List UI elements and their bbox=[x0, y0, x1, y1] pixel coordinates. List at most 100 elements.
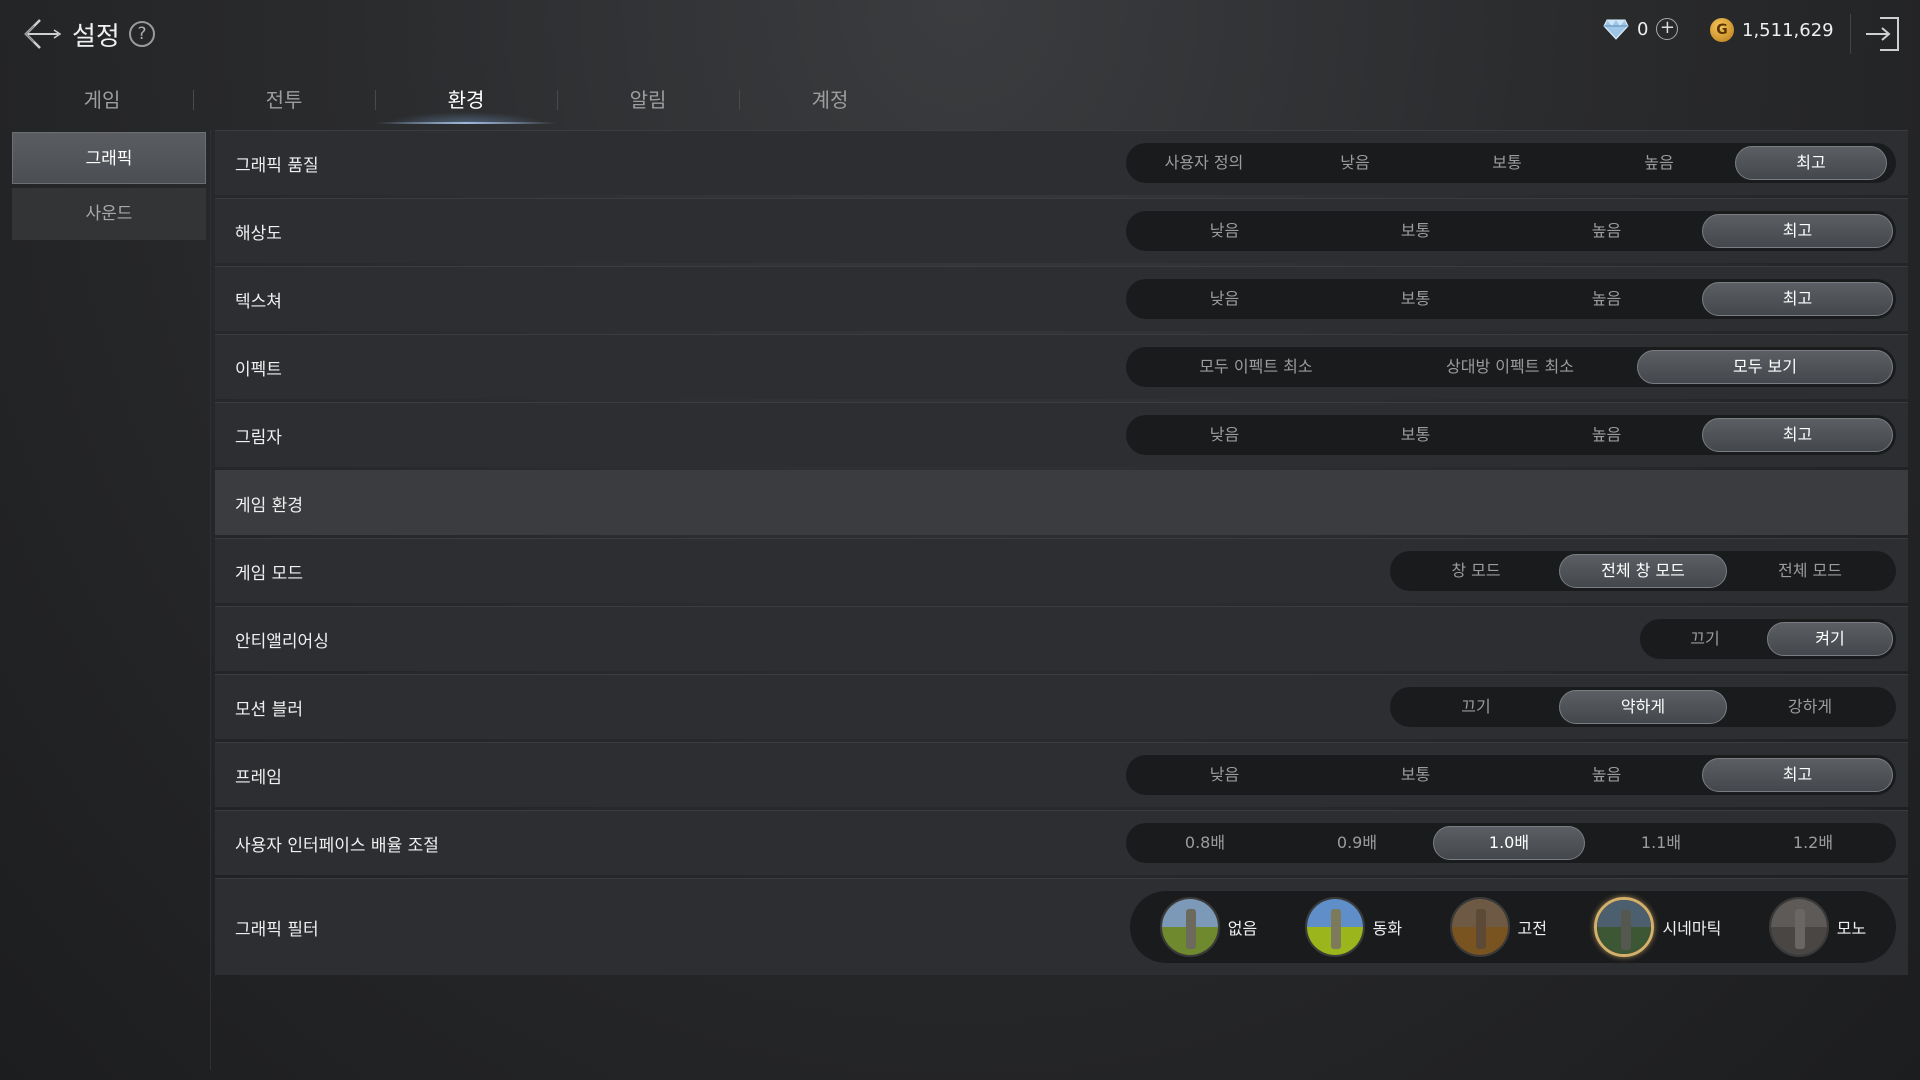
setting-row-shadow: 그림자 낮음 보통 높음 최고 bbox=[215, 402, 1908, 467]
option-scale-1-1[interactable]: 1.1배 bbox=[1585, 826, 1737, 860]
graphic-filter-selector: 없음 동화 고전 시네마틱 모노 bbox=[1130, 891, 1896, 963]
setting-label: 프레임 bbox=[235, 767, 282, 788]
option-low[interactable]: 낮음 bbox=[1129, 758, 1320, 792]
setting-label: 이펙트 bbox=[235, 359, 282, 380]
option-medium[interactable]: 보통 bbox=[1431, 146, 1583, 180]
exit-icon[interactable] bbox=[1862, 14, 1904, 54]
option-high[interactable]: 높음 bbox=[1583, 146, 1735, 180]
sidebar: 그래픽 사운드 bbox=[12, 132, 206, 244]
tab-account[interactable]: 계정 bbox=[739, 84, 921, 113]
filter-fairytale[interactable]: 동화 bbox=[1304, 897, 1402, 957]
option-ultra[interactable]: 최고 bbox=[1702, 214, 1893, 248]
option-fullscreen[interactable]: 전체 모드 bbox=[1727, 554, 1893, 588]
anti-aliasing-toggle: 끄기 켜기 bbox=[1640, 619, 1896, 659]
header-divider bbox=[1850, 14, 1851, 54]
option-high[interactable]: 높음 bbox=[1511, 282, 1702, 316]
option-medium[interactable]: 보통 bbox=[1320, 758, 1511, 792]
option-low[interactable]: 낮음 bbox=[1279, 146, 1431, 180]
option-opponent-effects-min[interactable]: 상대방 이펙트 최소 bbox=[1383, 350, 1637, 384]
gem-currency: 0 + bbox=[1603, 18, 1679, 40]
setting-label: 사용자 인터페이스 배율 조절 bbox=[235, 835, 439, 856]
option-high[interactable]: 높음 bbox=[1511, 418, 1702, 452]
option-ultra[interactable]: 최고 bbox=[1735, 146, 1887, 180]
setting-row-texture: 텍스쳐 낮음 보통 높음 최고 bbox=[215, 266, 1908, 331]
setting-row-ui-scale: 사용자 인터페이스 배율 조절 0.8배 0.9배 1.0배 1.1배 1.2배 bbox=[215, 810, 1908, 875]
motion-blur-selector: 끄기 약하게 강하게 bbox=[1390, 687, 1896, 727]
setting-row-resolution: 해상도 낮음 보통 높음 최고 bbox=[215, 198, 1908, 263]
option-all-effects-min[interactable]: 모두 이펙트 최소 bbox=[1129, 350, 1383, 384]
option-weak[interactable]: 약하게 bbox=[1559, 690, 1727, 724]
tab-environment[interactable]: 환경 bbox=[375, 84, 557, 113]
option-high[interactable]: 높음 bbox=[1511, 214, 1702, 248]
option-low[interactable]: 낮음 bbox=[1129, 282, 1320, 316]
gold-coin-icon: G bbox=[1710, 18, 1734, 42]
setting-label: 해상도 bbox=[235, 223, 282, 244]
option-low[interactable]: 낮음 bbox=[1129, 214, 1320, 248]
option-windowed[interactable]: 창 모드 bbox=[1393, 554, 1559, 588]
filter-mono[interactable]: 모노 bbox=[1768, 897, 1866, 957]
tab-notification[interactable]: 알림 bbox=[557, 84, 739, 113]
option-off[interactable]: 끄기 bbox=[1393, 690, 1559, 724]
gold-currency: G 1,511,629 bbox=[1710, 18, 1834, 42]
help-icon[interactable]: ? bbox=[129, 21, 155, 47]
filter-classic-thumbnail bbox=[1449, 897, 1510, 957]
filter-classic[interactable]: 고전 bbox=[1449, 897, 1547, 957]
active-tab-underline bbox=[376, 122, 556, 124]
option-medium[interactable]: 보통 bbox=[1320, 282, 1511, 316]
option-scale-1-0[interactable]: 1.0배 bbox=[1433, 826, 1585, 860]
graphics-quality-selector: 사용자 정의 낮음 보통 높음 최고 bbox=[1126, 143, 1896, 183]
setting-label: 그래픽 품질 bbox=[235, 155, 319, 176]
setting-label: 안티앨리어싱 bbox=[235, 631, 329, 652]
filter-none-thumbnail bbox=[1159, 897, 1220, 957]
setting-label: 게임 모드 bbox=[235, 563, 303, 584]
option-ultra[interactable]: 최고 bbox=[1702, 282, 1893, 316]
setting-row-graphics-quality: 그래픽 품질 사용자 정의 낮음 보통 높음 최고 bbox=[215, 130, 1908, 195]
option-ultra[interactable]: 최고 bbox=[1702, 418, 1893, 452]
frame-selector: 낮음 보통 높음 최고 bbox=[1126, 755, 1896, 795]
resolution-selector: 낮음 보통 높음 최고 bbox=[1126, 211, 1896, 251]
effect-selector: 모두 이펙트 최소 상대방 이펙트 최소 모두 보기 bbox=[1126, 347, 1896, 387]
diamond-icon bbox=[1603, 19, 1629, 40]
back-arrow-icon[interactable] bbox=[20, 14, 64, 54]
option-on[interactable]: 켜기 bbox=[1767, 622, 1893, 656]
filter-cinematic[interactable]: 시네마틱 bbox=[1594, 897, 1721, 957]
settings-panel: 그래픽 품질 사용자 정의 낮음 보통 높음 최고 해상도 낮음 보통 높음 최… bbox=[215, 130, 1908, 978]
option-strong[interactable]: 강하게 bbox=[1727, 690, 1893, 724]
setting-row-effect: 이펙트 모두 이펙트 최소 상대방 이펙트 최소 모두 보기 bbox=[215, 334, 1908, 399]
setting-row-game-mode: 게임 모드 창 모드 전체 창 모드 전체 모드 bbox=[215, 538, 1908, 603]
sidebar-item-graphics[interactable]: 그래픽 bbox=[12, 132, 206, 184]
filter-none[interactable]: 없음 bbox=[1159, 897, 1257, 957]
gold-count: 1,511,629 bbox=[1742, 19, 1834, 41]
option-show-all[interactable]: 모두 보기 bbox=[1637, 350, 1893, 384]
filter-cinematic-thumbnail bbox=[1594, 897, 1655, 957]
page-title: 설정 bbox=[72, 22, 120, 52]
setting-row-graphic-filter: 그래픽 필터 없음 동화 고전 시네마틱 모노 bbox=[215, 878, 1908, 975]
setting-label: 텍스쳐 bbox=[235, 291, 282, 312]
sidebar-divider bbox=[210, 130, 211, 1070]
section-header-game-environment: 게임 환경 bbox=[215, 470, 1908, 535]
section-title: 게임 환경 bbox=[235, 495, 303, 516]
filter-mono-thumbnail bbox=[1768, 897, 1829, 957]
option-off[interactable]: 끄기 bbox=[1643, 622, 1767, 656]
option-scale-0-9[interactable]: 0.9배 bbox=[1281, 826, 1433, 860]
tab-combat[interactable]: 전투 bbox=[193, 84, 375, 113]
option-high[interactable]: 높음 bbox=[1511, 758, 1702, 792]
tab-bar: 게임 전투 환경 알림 계정 bbox=[0, 76, 900, 126]
option-borderless[interactable]: 전체 창 모드 bbox=[1559, 554, 1727, 588]
add-gem-button[interactable]: + bbox=[1656, 18, 1679, 40]
shadow-selector: 낮음 보통 높음 최고 bbox=[1126, 415, 1896, 455]
option-scale-1-2[interactable]: 1.2배 bbox=[1737, 826, 1889, 860]
option-low[interactable]: 낮음 bbox=[1129, 418, 1320, 452]
tab-game[interactable]: 게임 bbox=[11, 84, 193, 113]
setting-label: 그림자 bbox=[235, 427, 282, 448]
option-medium[interactable]: 보통 bbox=[1320, 214, 1511, 248]
setting-row-frame: 프레임 낮음 보통 높음 최고 bbox=[215, 742, 1908, 807]
sidebar-item-sound[interactable]: 사운드 bbox=[12, 188, 206, 240]
option-medium[interactable]: 보통 bbox=[1320, 418, 1511, 452]
option-ultra[interactable]: 최고 bbox=[1702, 758, 1893, 792]
option-custom[interactable]: 사용자 정의 bbox=[1129, 146, 1279, 180]
filter-fairytale-thumbnail bbox=[1304, 897, 1365, 957]
option-scale-0-8[interactable]: 0.8배 bbox=[1129, 826, 1281, 860]
setting-row-motion-blur: 모션 블러 끄기 약하게 강하게 bbox=[215, 674, 1908, 739]
setting-label: 그래픽 필터 bbox=[235, 919, 319, 940]
